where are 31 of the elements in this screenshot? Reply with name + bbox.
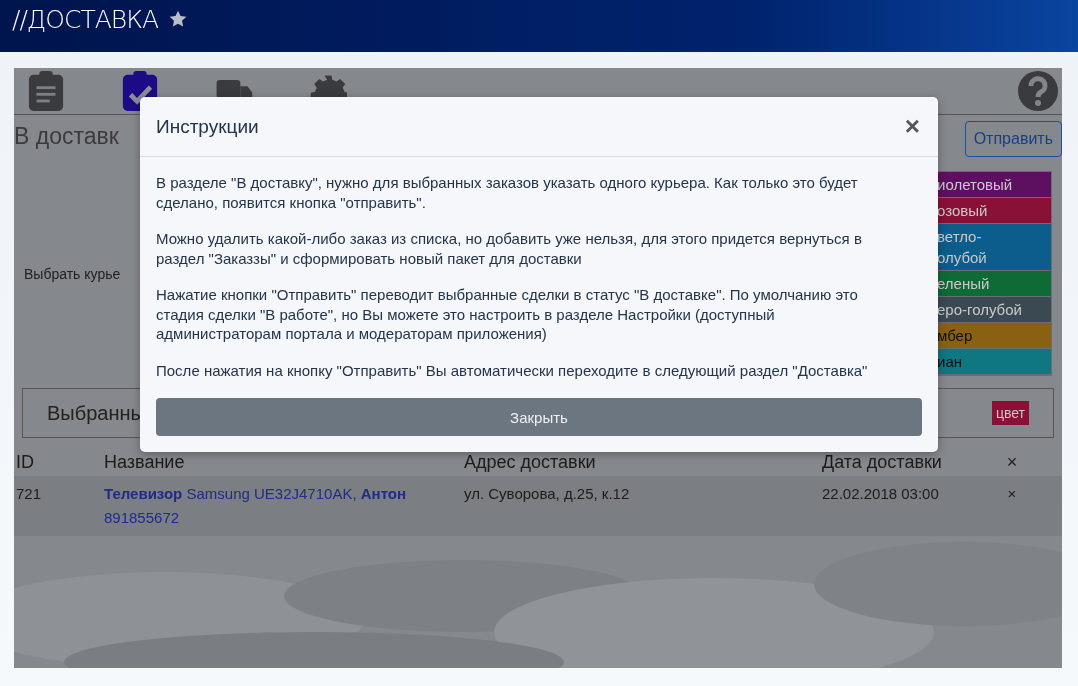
help-icon[interactable]: [1018, 71, 1058, 111]
selected-label: Выбранны: [47, 401, 145, 425]
instruction-paragraph: После нажатия на кнопку "Отправить" Вы автоматически переходите в следующий раздел "Доставка": [156, 360, 869, 380]
column-header: ID: [16, 451, 35, 473]
section-title: В доставк: [14, 123, 119, 150]
color-option[interactable]: еро-голубой: [935, 297, 1051, 323]
send-button[interactable]: Отправить: [964, 121, 1062, 157]
close-dialog-button[interactable]: Закрыть: [156, 398, 922, 436]
color-badge: цвет: [991, 401, 1029, 425]
star-icon[interactable]: [168, 9, 189, 29]
order-link[interactable]: Телевизор Samsung UE32J4710AK, Антон 891855672: [104, 482, 464, 530]
table-cell-text: 22.02.2018 03:00: [822, 484, 940, 504]
instruction-paragraph: Нажатие кнопки "Отправить" переводит выбранные сделки в статус "В доставке". По умолчанию это стадия сделки "В работе", но Вы можете это настроить в разделе Настройки (доступный администраторам портала и модераторам приложения): [156, 285, 859, 344]
color-option[interactable]: иолетовый: [935, 172, 1051, 198]
remove-button[interactable]: ×: [1002, 482, 1022, 506]
instruction-paragraph: Можно удалить какой-либо заказ из списка, но добавить уже нельзя, для этого придется вернуться в раздел "Заказзы" и сформировать новый пакет для доставки: [156, 229, 863, 268]
table-cell-text: 721: [16, 484, 43, 504]
color-option[interactable]: иан: [935, 349, 1051, 375]
close-button[interactable]: ×: [902, 111, 922, 142]
app-title: //ДОСТАВКА: [12, 4, 159, 34]
remove-all-button[interactable]: ×: [1002, 451, 1022, 473]
instruction-paragraph: В разделе "В доставку", нужно для выбранных заказов указать одного курьера. Как только это будет сделано, появится кнопка "отправить".: [156, 173, 859, 212]
color-option[interactable]: мбер: [935, 323, 1051, 349]
column-header: Дата доставки: [822, 451, 943, 473]
table-cell-text: ул. Суворова, д.25, к.12: [464, 484, 631, 504]
column-header: Название: [104, 451, 186, 473]
color-option[interactable]: озовый: [935, 198, 1051, 224]
courier-label: Выбрать курье: [24, 265, 121, 282]
dialog-title: Инструкции: [156, 115, 259, 138]
color-option[interactable]: еленый: [935, 271, 1051, 297]
column-header: Адрес доставки: [464, 451, 597, 473]
